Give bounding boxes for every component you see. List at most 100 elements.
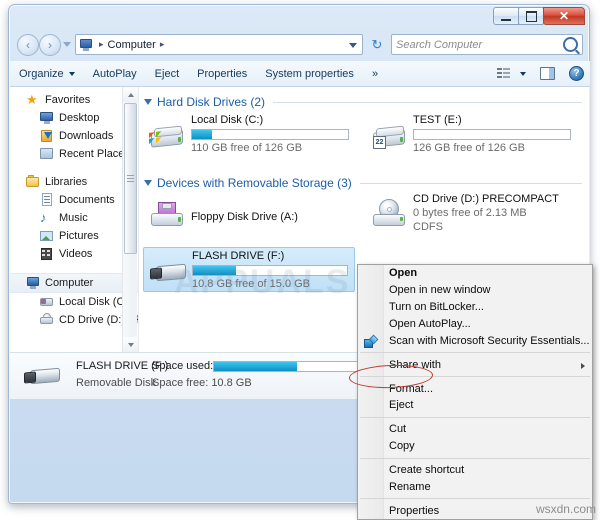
sidebar-label-favorites: Favorites: [45, 94, 91, 106]
toolbar-system-properties[interactable]: System properties: [256, 62, 363, 86]
collapse-caret-icon-2[interactable]: [144, 180, 152, 186]
scrollbar-thumb[interactable]: [124, 103, 137, 254]
toolbar-eject[interactable]: Eject: [146, 62, 188, 86]
close-button[interactable]: ✕: [543, 7, 585, 25]
sidebar-item-recent-places[interactable]: Recent Places: [10, 145, 138, 163]
group-header-hard-disk-drives[interactable]: Hard Disk Drives (2): [144, 92, 590, 112]
menu-separator-1: [360, 352, 590, 354]
breadcrumb-separator-2[interactable]: ▸: [160, 39, 165, 50]
sidebar-item-desktop[interactable]: Desktop: [10, 109, 138, 127]
details-space-free: Space free: 10.8 GB: [152, 377, 252, 389]
sidebar-label-computer: Computer: [45, 277, 94, 289]
history-dropdown-icon[interactable]: [63, 42, 71, 47]
drive-item-flash-drive-f[interactable]: FLASH DRIVE (F:) 10.8 GB free of 15.0 GB: [143, 247, 355, 292]
sidebar-item-music[interactable]: ♪ Music: [10, 209, 138, 227]
menu-item-create-shortcut[interactable]: Create shortcut: [358, 461, 592, 478]
sidebar-item-downloads[interactable]: Downloads: [10, 127, 138, 145]
menu-item-copy[interactable]: Copy: [358, 438, 592, 455]
address-bar[interactable]: ▸ Computer ▸: [75, 34, 363, 55]
scroll-up-button[interactable]: [123, 87, 138, 102]
menu-item-turn-on-bitlocker[interactable]: Turn on BitLocker...: [358, 299, 592, 316]
search-box[interactable]: Search Computer: [391, 34, 583, 55]
sidebar-label-music: Music: [59, 212, 88, 224]
group-title-removable-storage: Devices with Removable Storage (3): [157, 176, 352, 190]
desktop-icon: [40, 111, 54, 125]
toolbar-properties[interactable]: Properties: [188, 62, 256, 86]
group-divider-2: [359, 182, 582, 184]
preview-pane-icon[interactable]: [540, 67, 555, 80]
recent-places-icon: [40, 147, 54, 161]
sidebar-item-local-disk-c[interactable]: Local Disk (C:): [10, 293, 138, 311]
search-input[interactable]: Search Computer: [396, 39, 563, 51]
sidebar-item-documents[interactable]: Documents: [10, 191, 138, 209]
drive-item-floppy-a[interactable]: Floppy Disk Drive (A:): [145, 197, 355, 241]
group-title-hard-disk-drives: Hard Disk Drives (2): [157, 95, 266, 109]
toolbar-overflow-label: »: [371, 67, 379, 80]
videos-icon: [40, 247, 54, 261]
menu-label-turn-on-bitlocker: Turn on BitLocker...: [389, 301, 484, 314]
forward-button[interactable]: ›: [39, 34, 61, 56]
toolbar-overflow[interactable]: »: [363, 62, 387, 86]
help-icon[interactable]: ?: [569, 66, 584, 81]
menu-label-rename: Rename: [389, 480, 431, 493]
toolbar-organize[interactable]: Organize: [10, 62, 84, 86]
sidebar-label-videos: Videos: [59, 248, 93, 260]
group-header-removable-storage[interactable]: Devices with Removable Storage (3): [144, 173, 590, 193]
view-chevron-down-icon[interactable]: [520, 71, 526, 76]
context-menu[interactable]: Open Open in new window Turn on BitLocke…: [357, 264, 593, 520]
maximize-button[interactable]: [518, 7, 544, 25]
sidebar-label-recent-places: Recent Places: [59, 148, 130, 160]
sidebar-item-computer[interactable]: Computer: [10, 273, 138, 293]
navigation-scrollbar[interactable]: [122, 87, 138, 352]
breadcrumb-computer[interactable]: Computer: [108, 39, 156, 51]
sidebar-item-libraries[interactable]: Libraries: [10, 173, 138, 191]
drive-item-cd-drive-d[interactable]: CD Drive (D:) PRECOMPACT 0 bytes free of…: [367, 193, 577, 247]
command-toolbar: Organize AutoPlay Eject Properties Syste…: [10, 61, 590, 87]
menu-separator-2: [360, 376, 590, 378]
menu-label-eject: Eject: [389, 399, 414, 412]
toolbar-autoplay[interactable]: AutoPlay: [84, 62, 146, 86]
arrow-up-icon: [127, 92, 134, 97]
sidebar-item-favorites[interactable]: ★ Favorites: [10, 91, 138, 109]
menu-label-share-with: Share with: [389, 358, 441, 371]
sidebar-item-cd-drive-d[interactable]: CD Drive (D:) PRE: [10, 311, 138, 329]
menu-item-open[interactable]: Open: [358, 265, 592, 282]
toolbar-properties-label: Properties: [197, 67, 248, 80]
menu-item-open-in-new-window[interactable]: Open in new window: [358, 282, 592, 299]
menu-item-eject[interactable]: Eject: [358, 397, 592, 414]
menu-item-format[interactable]: Format...: [358, 380, 592, 397]
refresh-icon: ↻: [371, 36, 383, 52]
drive-name-floppy-a: Floppy Disk Drive (A:): [191, 211, 298, 223]
refresh-button[interactable]: ↻: [367, 35, 387, 54]
details-space-used-label: Space used:: [152, 360, 214, 372]
menu-item-share-with[interactable]: Share with: [358, 356, 592, 373]
drive-item-local-disk-c[interactable]: Local Disk (C:) 110 GB free of 126 GB: [145, 114, 355, 158]
capacity-bar-flash-drive-f: [192, 265, 348, 276]
capacity-bar-local-disk-c: [191, 129, 349, 140]
explorer-window: ✕ ‹ › ▸ Computer ▸ ↻ Search Computer Org…: [8, 4, 593, 520]
cd-drive-icon: [371, 199, 407, 229]
sidebar-item-pictures[interactable]: Pictures: [10, 227, 138, 245]
details-type: Removable Disk: [76, 377, 157, 389]
watermark-corner: wsxdn.com: [535, 502, 596, 516]
menu-item-rename[interactable]: Rename: [358, 478, 592, 495]
usb-flash-drive-icon: [150, 260, 186, 290]
sidebar-label-downloads: Downloads: [59, 130, 114, 142]
back-button[interactable]: ‹: [17, 34, 39, 56]
menu-label-scan-security-essentials: Scan with Microsoft Security Essentials.…: [389, 335, 590, 347]
drive-item-test-e[interactable]: 22 TEST (E:) 126 GB free of 126 GB: [367, 114, 577, 158]
toolbar-autoplay-label: AutoPlay: [92, 67, 137, 80]
menu-item-open-autoplay[interactable]: Open AutoPlay...: [358, 316, 592, 333]
menu-item-scan-security-essentials[interactable]: Scan with Microsoft Security Essentials.…: [358, 333, 592, 350]
forward-icon: ›: [48, 38, 52, 52]
menu-item-cut[interactable]: Cut: [358, 421, 592, 438]
music-icon: ♪: [40, 210, 47, 225]
change-view-icon[interactable]: [497, 67, 511, 80]
scroll-down-button[interactable]: [123, 337, 138, 352]
minimize-button[interactable]: [493, 7, 519, 25]
address-dropdown-icon[interactable]: [349, 43, 357, 48]
drive-grid-hard-disks: Local Disk (C:) 110 GB free of 126 GB 22…: [139, 112, 590, 164]
sidebar-item-videos[interactable]: Videos: [10, 245, 138, 263]
collapse-caret-icon[interactable]: [144, 99, 152, 105]
menu-label-open-in-new-window: Open in new window: [389, 284, 491, 297]
